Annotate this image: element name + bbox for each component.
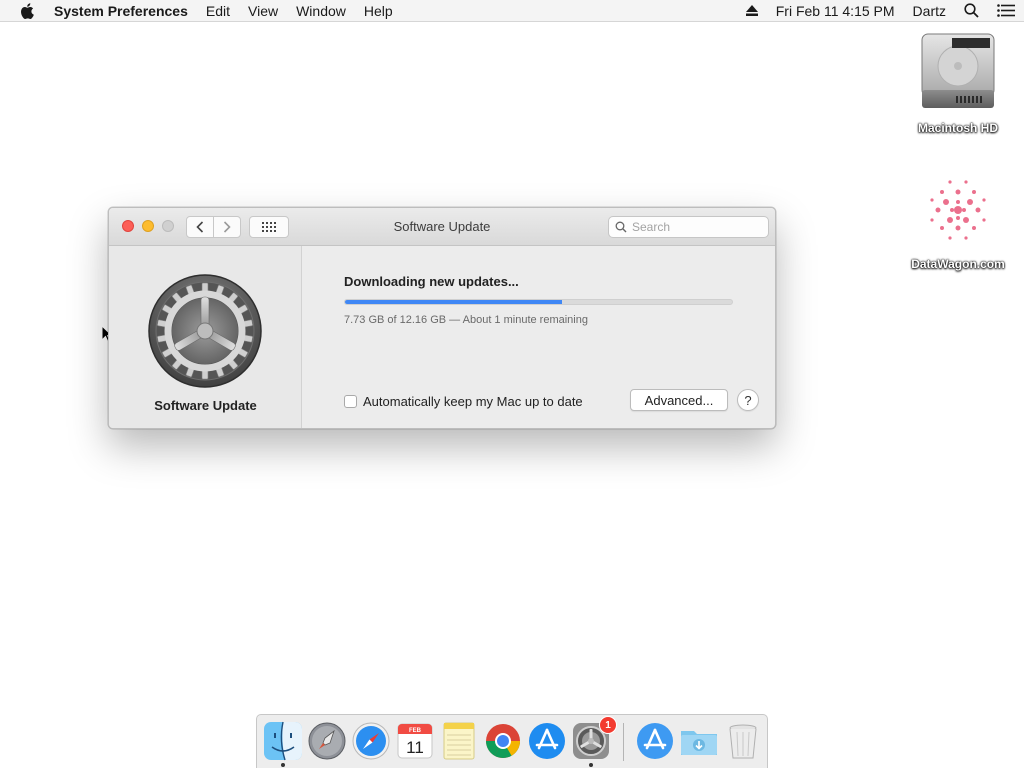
trash-icon — [729, 724, 757, 759]
dock: FEB 11 1 — [256, 714, 768, 768]
dock-item-launchpad[interactable] — [307, 721, 347, 761]
dock-item-app-store-downloads[interactable] — [635, 721, 675, 761]
dock-item-system-preferences[interactable]: 1 — [571, 716, 617, 761]
help-button[interactable]: ? — [737, 389, 759, 411]
running-indicator — [281, 763, 285, 767]
pane-name: Software Update — [154, 398, 257, 413]
calendar-month: FEB — [409, 728, 422, 734]
search-input[interactable] — [632, 220, 762, 234]
menu-bar: System Preferences Edit View Window Help… — [0, 0, 1024, 22]
auto-update-checkbox[interactable] — [344, 395, 357, 408]
auto-update-checkbox-row[interactable]: Automatically keep my Mac up to date — [344, 394, 583, 409]
notes-icon — [443, 722, 475, 760]
launchpad-icon — [308, 722, 346, 760]
app-store-icon — [637, 723, 673, 759]
dock-item-chrome[interactable] — [483, 721, 523, 761]
dock-divider — [623, 723, 624, 761]
dock-item-downloads[interactable] — [679, 721, 719, 761]
menubar-user[interactable]: Dartz — [913, 3, 946, 19]
window-titlebar[interactable]: Software Update — [109, 208, 775, 246]
desktop-icon-label: Macintosh HD — [917, 121, 998, 135]
auto-update-label[interactable]: Automatically keep my Mac up to date — [363, 394, 583, 409]
notification-center-icon[interactable] — [997, 4, 1015, 17]
pane-sidebar: Software Update — [109, 246, 302, 428]
calendar-icon: FEB 11 — [397, 723, 433, 759]
running-indicator — [589, 763, 593, 767]
chrome-icon — [486, 724, 520, 758]
downloads-folder-icon — [681, 731, 717, 755]
apple-menu[interactable] — [0, 2, 54, 19]
dock-item-trash[interactable] — [723, 721, 763, 761]
download-progress-fill — [345, 300, 562, 304]
menu-help[interactable]: Help — [355, 0, 402, 22]
search-icon — [615, 221, 627, 233]
eject-icon[interactable] — [745, 5, 758, 16]
dock-item-finder[interactable] — [263, 721, 303, 761]
menu-view[interactable]: View — [239, 0, 287, 22]
dock-item-safari[interactable] — [351, 721, 391, 761]
datawagon-logo-icon — [930, 180, 986, 240]
download-progress-bar — [344, 299, 733, 305]
spotlight-search-icon[interactable] — [964, 3, 979, 18]
apple-icon — [21, 2, 34, 19]
search-field[interactable] — [608, 216, 769, 238]
finder-icon — [264, 721, 302, 761]
menubar-clock[interactable]: Fri Feb 11 4:15 PM — [776, 3, 895, 19]
update-content: Downloading new updates... 7.73 GB of 12… — [303, 246, 775, 428]
software-update-window: Software Update Search Software Update D… — [108, 207, 776, 429]
calendar-day: 11 — [406, 738, 424, 757]
dock-item-app-store[interactable] — [527, 721, 567, 761]
menu-edit[interactable]: Edit — [197, 0, 239, 22]
dock-item-notes[interactable] — [439, 721, 479, 761]
app-menu[interactable]: System Preferences — [54, 3, 197, 19]
desktop-icon-macintosh-hd[interactable]: Macintosh HD — [898, 32, 1018, 135]
hard-drive-icon — [921, 33, 995, 108]
desktop-icon-datawagon[interactable]: DataWagon.com — [898, 172, 1018, 271]
software-update-gear-icon — [147, 273, 263, 389]
advanced-button[interactable]: Advanced... — [630, 389, 728, 411]
download-status-title: Downloading new updates... — [344, 274, 519, 289]
dock-item-calendar[interactable]: FEB 11 — [395, 721, 435, 761]
desktop-icon-label: DataWagon.com — [911, 257, 1005, 271]
app-store-icon — [529, 723, 565, 759]
safari-icon — [352, 722, 390, 760]
notification-badge: 1 — [599, 716, 617, 734]
download-status-detail: 7.73 GB of 12.16 GB — About 1 minute rem… — [344, 314, 588, 326]
menu-window[interactable]: Window — [287, 0, 355, 22]
